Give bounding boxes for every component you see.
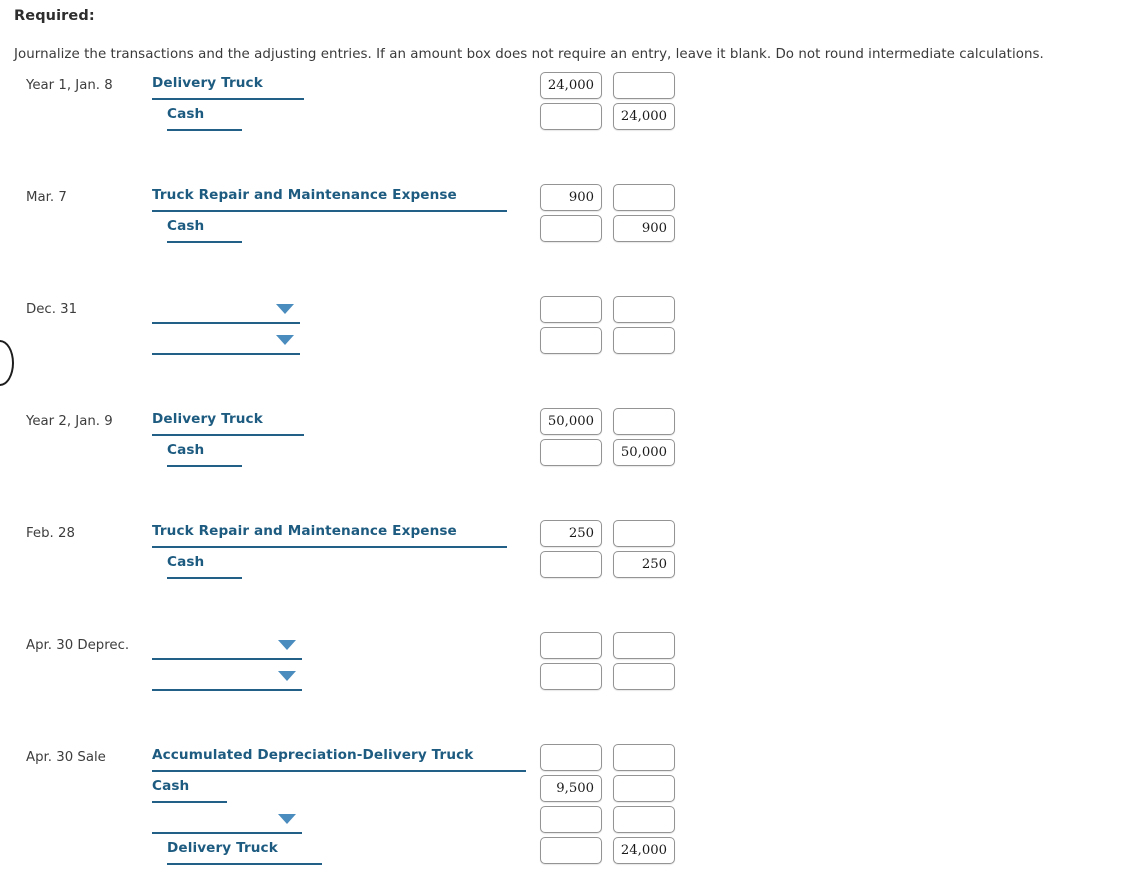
debit-amount-input[interactable] (540, 744, 602, 771)
account-name-link[interactable]: Cash (167, 217, 242, 243)
journal-row: Cash 250 (0, 551, 1131, 584)
journal-row: Delivery Truck 50,000 (0, 408, 1131, 441)
chevron-down-icon (278, 671, 296, 681)
journal-row: Delivery Truck 24,000 (0, 837, 1131, 870)
account-name-link[interactable]: Cash (152, 777, 227, 803)
journal-row: Accumulated Depreciation-Delivery Truck (0, 744, 1131, 777)
credit-amount-input[interactable] (613, 520, 675, 547)
credit-amount-input[interactable] (613, 744, 675, 771)
credit-amount-input[interactable] (613, 806, 675, 833)
credit-amount-input[interactable]: 900 (613, 215, 675, 242)
credit-amount-input[interactable] (613, 775, 675, 802)
page-title: Required: (14, 8, 95, 24)
account-name-link[interactable]: Truck Repair and Maintenance Expense (152, 186, 507, 212)
debit-amount-input[interactable] (540, 837, 602, 864)
account-name-label: Delivery Truck (152, 75, 263, 91)
debit-amount-input[interactable]: 900 (540, 184, 602, 211)
chevron-down-icon (278, 640, 296, 650)
credit-amount-input[interactable] (613, 184, 675, 211)
debit-amount-input[interactable] (540, 663, 602, 690)
account-dropdown[interactable] (152, 298, 300, 324)
credit-amount-input[interactable] (613, 327, 675, 354)
account-dropdown[interactable] (152, 665, 302, 691)
journal-row: Cash 900 (0, 215, 1131, 248)
journal-entry-group: Year 2, Jan. 9 Delivery Truck 50,000 Cash 50… (0, 408, 1131, 472)
account-dropdown[interactable] (152, 329, 300, 355)
account-name-link[interactable]: Cash (167, 553, 242, 579)
debit-amount-input[interactable]: 50,000 (540, 408, 602, 435)
account-name-link[interactable]: Cash (167, 441, 242, 467)
account-name-label: Cash (167, 554, 205, 570)
debit-amount-input[interactable] (540, 806, 602, 833)
account-name-label: Cash (167, 106, 205, 122)
account-name-label: Delivery Truck (152, 411, 263, 427)
debit-amount-input[interactable] (540, 632, 602, 659)
journal-row: Cash 50,000 (0, 439, 1131, 472)
debit-amount-input[interactable] (540, 215, 602, 242)
account-dropdown[interactable] (152, 808, 302, 834)
journal-row (0, 806, 1131, 839)
account-name-link[interactable]: Delivery Truck (152, 74, 304, 100)
account-name-link[interactable]: Delivery Truck (152, 410, 304, 436)
journal-row (0, 296, 1131, 329)
journal-row: Cash 9,500 (0, 775, 1131, 808)
debit-amount-input[interactable] (540, 103, 602, 130)
account-name-link[interactable]: Truck Repair and Maintenance Expense (152, 522, 507, 548)
debit-amount-input[interactable]: 9,500 (540, 775, 602, 802)
debit-amount-input[interactable] (540, 327, 602, 354)
journal-row (0, 327, 1131, 360)
journal-entry-group: Year 1, Jan. 8 Delivery Truck 24,000 Cash 24… (0, 72, 1131, 136)
journal-row: Truck Repair and Maintenance Expense 250 (0, 520, 1131, 553)
credit-amount-input[interactable]: 50,000 (613, 439, 675, 466)
debit-amount-input[interactable]: 250 (540, 520, 602, 547)
debit-amount-input[interactable]: 24,000 (540, 72, 602, 99)
instructions-text: Journalize the transactions and the adju… (14, 47, 1044, 62)
debit-amount-input[interactable] (540, 439, 602, 466)
debit-amount-input[interactable] (540, 296, 602, 323)
journal-entry-group: Mar. 7 Truck Repair and Maintenance Expen… (0, 184, 1131, 248)
journal-row: Cash 24,000 (0, 103, 1131, 136)
journal-row: Truck Repair and Maintenance Expense 900 (0, 184, 1131, 217)
journal-entry-group: Dec. 31 (0, 296, 1131, 360)
journal-row: Delivery Truck 24,000 (0, 72, 1131, 105)
debit-amount-input[interactable] (540, 551, 602, 578)
credit-amount-input[interactable] (613, 632, 675, 659)
account-name-label: Cash (152, 778, 190, 794)
account-name-link[interactable]: Cash (167, 105, 242, 131)
account-name-label: Cash (167, 442, 205, 458)
credit-amount-input[interactable]: 250 (613, 551, 675, 578)
credit-amount-input[interactable]: 24,000 (613, 837, 675, 864)
credit-amount-input[interactable]: 24,000 (613, 103, 675, 130)
account-name-label: Delivery Truck (167, 840, 278, 856)
journal-entry-group: Apr. 30 Deprec. (0, 632, 1131, 696)
account-dropdown[interactable] (152, 634, 302, 660)
account-name-label: Truck Repair and Maintenance Expense (152, 523, 457, 539)
chevron-down-icon (276, 304, 294, 314)
journal-entry-group: Feb. 28 Truck Repair and Maintenance Expe… (0, 520, 1131, 584)
account-name-label: Accumulated Depreciation-Delivery Truck (152, 747, 474, 763)
credit-amount-input[interactable] (613, 663, 675, 690)
account-name-link[interactable]: Delivery Truck (167, 839, 322, 865)
chevron-down-icon (278, 814, 296, 824)
credit-amount-input[interactable] (613, 408, 675, 435)
chevron-down-icon (276, 335, 294, 345)
account-name-link[interactable]: Accumulated Depreciation-Delivery Truck (152, 746, 526, 772)
journal-row (0, 663, 1131, 696)
journal-row (0, 632, 1131, 665)
credit-amount-input[interactable] (613, 296, 675, 323)
journal-entry-group: Apr. 30 Sale Accumulated Depreciation-Del… (0, 744, 1131, 870)
credit-amount-input[interactable] (613, 72, 675, 99)
account-name-label: Cash (167, 218, 205, 234)
account-name-label: Truck Repair and Maintenance Expense (152, 187, 457, 203)
